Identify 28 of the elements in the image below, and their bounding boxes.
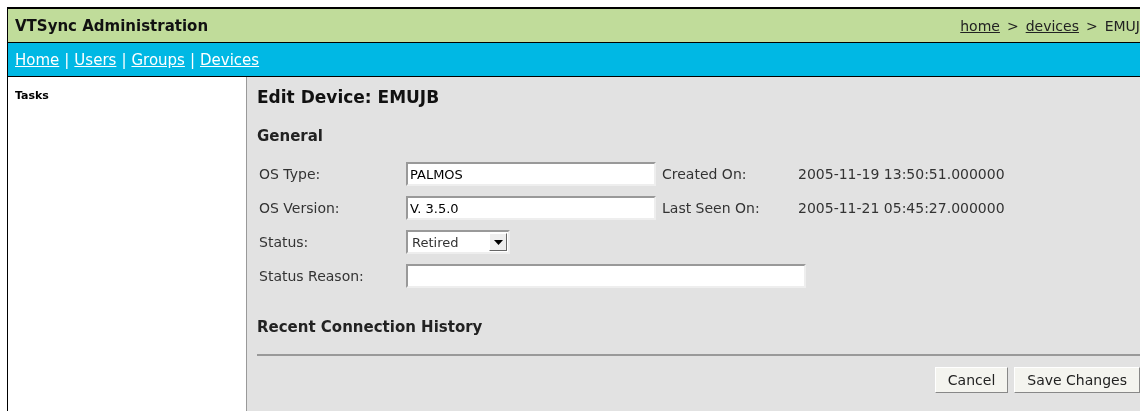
form-button[interactable]: Cancel [934,367,1009,393]
info-value: 2005-11-19 13:50:51.000000 [798,166,1006,182]
info-value: 2005-11-21 05:45:27.000000 [798,200,1006,216]
section-heading: General [257,127,324,145]
field-label: Status Reason: [259,268,365,284]
field-label: OS Version: [259,200,341,216]
section-heading: Recent Connection History [257,318,484,336]
breadcrumb-separator: > [1006,17,1019,34]
text-field[interactable]: V. 3.5.0 [406,196,656,220]
breadcrumb-link[interactable]: devices [1025,17,1079,34]
status-dropdown[interactable]: Retired [406,230,510,254]
sidebar-title: Tasks [15,89,49,102]
breadcrumb-current: EMUJ [1104,17,1140,34]
page-title: Edit Device: EMUJB [257,87,441,107]
dropdown-arrow-icon [493,239,503,245]
form-button[interactable]: Save Changes [1014,367,1140,393]
field-label: Status: [259,234,310,250]
field-label: OS Type: [259,166,322,182]
info-label: Created On: [662,166,748,182]
breadcrumb-link[interactable]: home [960,17,1000,34]
text-field[interactable]: PALMOS [406,162,656,186]
breadcrumb-separator: > [1085,17,1098,34]
app-title: VTSync Administration [15,16,209,35]
text-field[interactable] [406,264,806,288]
nav-separator: | [121,50,127,69]
info-label: Last Seen On: [662,200,761,216]
nav-separator: | [64,50,70,69]
nav-separator: | [189,50,195,69]
